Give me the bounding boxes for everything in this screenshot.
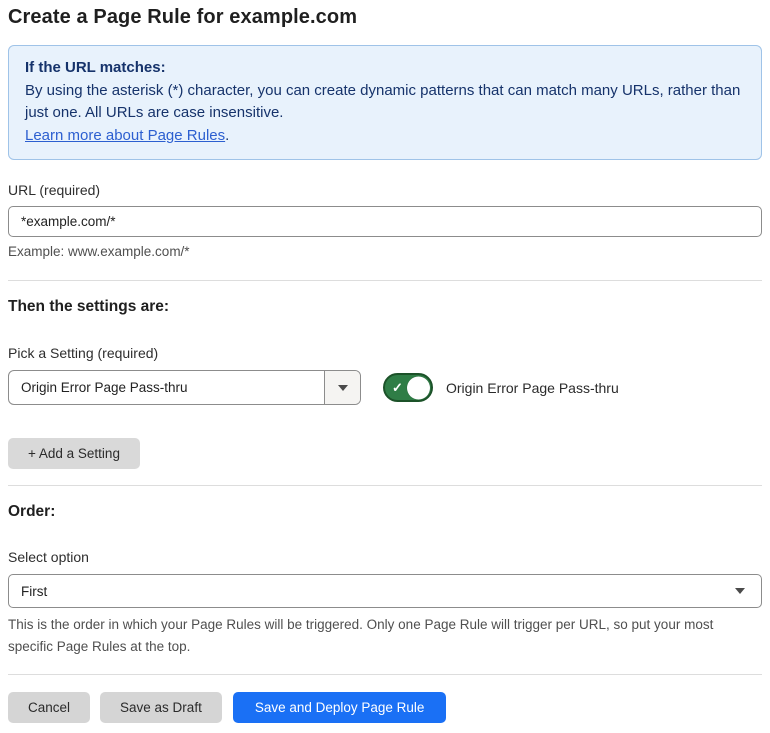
save-as-draft-button[interactable]: Save as Draft xyxy=(100,692,222,724)
setting-row: Origin Error Page Pass-thru ✓ Origin Err… xyxy=(8,370,762,405)
add-setting-button[interactable]: + Add a Setting xyxy=(8,438,140,469)
divider xyxy=(8,280,762,281)
order-section-heading: Order: xyxy=(8,503,56,520)
page-rule-form: Create a Page Rule for example.com If th… xyxy=(0,0,770,733)
footer-actions: Cancel Save as Draft Save and Deploy Pag… xyxy=(8,692,762,724)
cancel-button[interactable]: Cancel xyxy=(8,692,91,724)
page-title: Create a Page Rule for example.com xyxy=(8,6,358,28)
chevron-triangle xyxy=(735,588,745,594)
url-example-helper: Example: www.example.com/* xyxy=(8,244,190,259)
pick-setting-label: Pick a Setting (required) xyxy=(8,345,159,361)
origin-error-toggle[interactable]: ✓ xyxy=(383,373,433,402)
info-box-body: By using the asterisk (*) character, you… xyxy=(25,81,741,122)
setting-select-value: Origin Error Page Pass-thru xyxy=(21,380,188,395)
link-suffix: . xyxy=(225,126,230,144)
learn-more-link[interactable]: Learn more about Page Rules xyxy=(25,127,225,144)
setting-select[interactable]: Origin Error Page Pass-thru xyxy=(8,370,361,405)
toggle-label: Origin Error Page Pass-thru xyxy=(446,379,619,396)
settings-section-heading: Then the settings are: xyxy=(8,298,170,315)
check-icon: ✓ xyxy=(392,379,403,395)
order-select-value: First xyxy=(21,583,48,599)
order-select[interactable]: First xyxy=(8,574,762,608)
order-helper-text: This is the order in which your Page Rul… xyxy=(8,617,714,654)
chevron-down-icon xyxy=(735,575,761,607)
toggle-knob xyxy=(407,376,430,399)
info-box-link-line: Learn more about Page Rules. xyxy=(25,125,745,148)
chevron-triangle xyxy=(337,384,348,391)
url-match-info-box: If the URL matches: By using the asteris… xyxy=(8,45,762,160)
order-select-label: Select option xyxy=(8,549,89,565)
save-and-deploy-button[interactable]: Save and Deploy Page Rule xyxy=(232,692,447,724)
info-box-heading: If the URL matches: xyxy=(25,59,166,76)
url-input[interactable] xyxy=(8,206,762,237)
divider xyxy=(8,674,762,676)
divider xyxy=(8,485,762,486)
chevron-down-icon[interactable] xyxy=(324,371,360,404)
url-field-label: URL (required) xyxy=(8,182,101,198)
